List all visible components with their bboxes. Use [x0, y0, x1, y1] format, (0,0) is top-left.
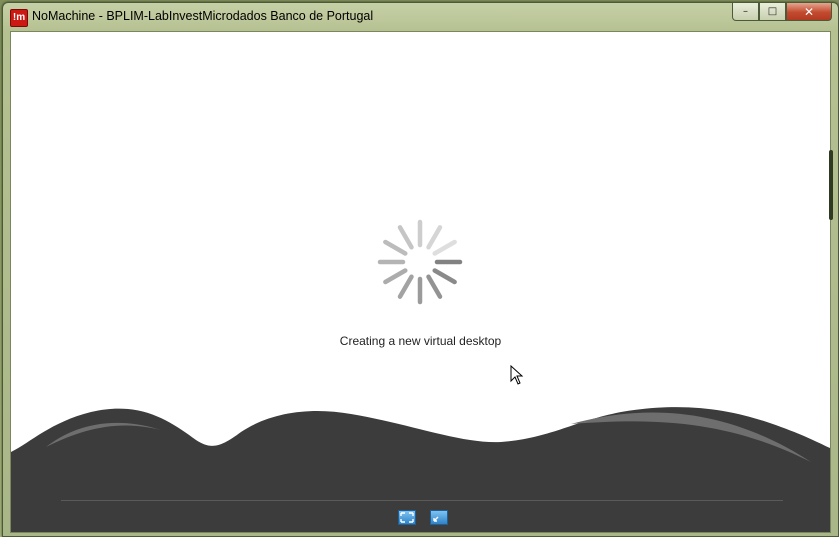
fullscreen-button[interactable] — [398, 510, 416, 525]
toolbar-divider — [61, 500, 783, 501]
desktop-edge — [829, 150, 833, 220]
window-title: NoMachine - BPLIM-LabInvestMicrodados Ba… — [32, 9, 374, 23]
spinner-spoke — [432, 268, 457, 285]
spinner-spoke — [383, 268, 408, 285]
loading-spinner-icon — [377, 219, 463, 305]
nomachine-window: !m NoMachine - BPLIM-LabInvestMicrodados… — [2, 2, 839, 537]
nomachine-app-icon: !m — [10, 9, 28, 27]
spinner-spoke — [397, 274, 414, 299]
spinner-spoke — [426, 225, 443, 250]
status-message: Creating a new virtual desktop — [339, 334, 502, 348]
maximize-button[interactable]: □ — [759, 3, 786, 21]
fullscreen-icon — [400, 512, 414, 523]
title-bar[interactable]: !m NoMachine - BPLIM-LabInvestMicrodados… — [3, 3, 838, 31]
spinner-spoke — [432, 239, 457, 256]
minimize-button[interactable]: – — [732, 3, 759, 21]
window-controls: – □ ✕ — [732, 3, 832, 23]
spinner-spoke — [397, 225, 414, 250]
spinner-spoke — [426, 274, 443, 299]
mouse-cursor-icon — [510, 365, 524, 385]
close-button[interactable]: ✕ — [786, 3, 832, 21]
session-client-area: Creating a new virtual desktop — [10, 31, 831, 533]
fit-window-icon — [433, 516, 439, 522]
decorative-hills — [11, 407, 830, 532]
spinner-spoke — [383, 239, 408, 256]
fit-window-button[interactable] — [430, 510, 448, 525]
